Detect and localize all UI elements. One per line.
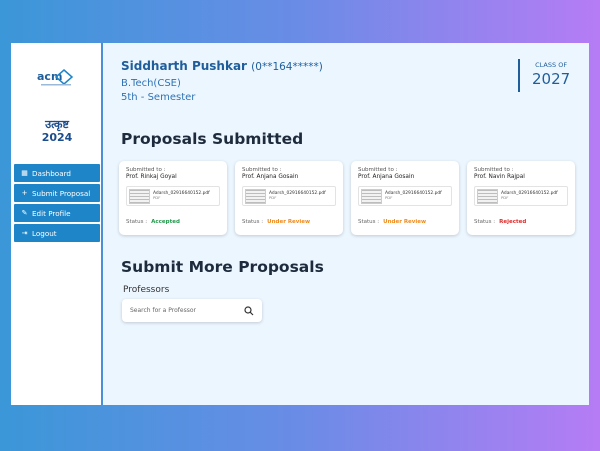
- svg-text:acm: acm: [37, 70, 62, 83]
- student-header: Siddharth Pushkar (0**164*****): [121, 59, 323, 73]
- app-frame: acm उत्कृष्ट 2024 ▦ Dashboard + Submit P…: [11, 43, 589, 405]
- status-label: Status :: [242, 219, 264, 225]
- proposal-card[interactable]: Submitted to : Prof. Navin Rajpal Adarsh…: [467, 161, 575, 235]
- sidebar-item-submit-proposal[interactable]: + Submit Proposal: [14, 184, 100, 202]
- proposal-cards: Submitted to : Prof. Rinkaj Goyal Adarsh…: [119, 161, 583, 235]
- professor-name: Prof. Anjana Gosain: [242, 174, 299, 180]
- proposal-card[interactable]: Submitted to : Prof. Anjana Gosain Adars…: [351, 161, 459, 235]
- sidebar-nav: ▦ Dashboard + Submit Proposal ✎ Edit Pro…: [14, 164, 100, 244]
- status-row: Status : Under Review: [358, 219, 426, 225]
- professor-name: Prof. Rinkaj Goyal: [126, 174, 177, 180]
- file-attachment[interactable]: Adarsh_02916640152.pdf PDF: [474, 186, 568, 206]
- pdf-thumbnail-icon: [245, 188, 266, 204]
- plus-icon: +: [21, 189, 28, 197]
- file-type: PDF: [501, 195, 509, 201]
- student-name: Siddharth Pushkar: [121, 59, 247, 73]
- class-year: 2027: [532, 70, 571, 88]
- pdf-thumbnail-icon: [129, 188, 150, 204]
- sidebar-item-edit-profile[interactable]: ✎ Edit Profile: [14, 204, 100, 222]
- brand-year: 2024: [41, 131, 73, 144]
- submitted-to-label: Submitted to :: [358, 167, 398, 173]
- submitted-to-label: Submitted to :: [474, 167, 514, 173]
- file-name: Adarsh_02916640152.pdf: [269, 191, 326, 197]
- status-label: Status :: [474, 219, 496, 225]
- professor-name: Prof. Navin Rajpal: [474, 174, 525, 180]
- sidebar-item-label: Dashboard: [32, 168, 71, 178]
- file-name: Adarsh_02916640152.pdf: [153, 191, 210, 197]
- status-row: Status : Rejected: [474, 219, 526, 225]
- status-row: Status : Accepted: [126, 219, 180, 225]
- class-label: CLASS OF: [535, 61, 568, 69]
- submit-more-heading: Submit More Proposals: [121, 258, 324, 276]
- file-name: Adarsh_02916640152.pdf: [501, 191, 558, 197]
- search-icon[interactable]: [244, 305, 254, 316]
- file-attachment[interactable]: Adarsh_02916640152.pdf PDF: [242, 186, 336, 206]
- proposal-card[interactable]: Submitted to : Prof. Rinkaj Goyal Adarsh…: [119, 161, 227, 235]
- status-badge: Under Review: [383, 219, 427, 225]
- sidebar: acm उत्कृष्ट 2024 ▦ Dashboard + Submit P…: [11, 43, 103, 405]
- student-degree: B.Tech(CSE): [121, 78, 181, 89]
- proposal-card[interactable]: Submitted to : Prof. Anjana Gosain Adars…: [235, 161, 343, 235]
- sidebar-item-dashboard[interactable]: ▦ Dashboard: [14, 164, 100, 182]
- status-label: Status :: [126, 219, 148, 225]
- sidebar-item-label: Edit Profile: [32, 208, 71, 218]
- dashboard-icon: ▦: [21, 169, 28, 177]
- proposals-heading: Proposals Submitted: [121, 130, 304, 148]
- pdf-thumbnail-icon: [361, 188, 382, 204]
- main-content: Siddharth Pushkar (0**164*****) B.Tech(C…: [103, 43, 589, 405]
- professors-label: Professors: [123, 285, 170, 295]
- professor-name: Prof. Anjana Gosain: [358, 174, 415, 180]
- file-type: PDF: [269, 195, 277, 201]
- professor-search: [122, 299, 262, 322]
- submitted-to-label: Submitted to :: [242, 167, 282, 173]
- file-attachment[interactable]: Adarsh_02916640152.pdf PDF: [358, 186, 452, 206]
- status-badge: Rejected: [499, 219, 527, 225]
- logout-icon: ⇥: [21, 229, 28, 237]
- pdf-thumbnail-icon: [477, 188, 498, 204]
- sidebar-item-label: Submit Proposal: [32, 188, 91, 198]
- search-input[interactable]: [130, 307, 244, 314]
- status-badge: Under Review: [267, 219, 311, 225]
- file-type: PDF: [153, 195, 161, 201]
- status-label: Status :: [358, 219, 380, 225]
- edit-icon: ✎: [21, 209, 28, 217]
- student-roll: (0**164*****): [251, 61, 323, 73]
- file-type: PDF: [385, 195, 393, 201]
- sidebar-item-label: Logout: [32, 228, 57, 238]
- acm-logo: acm: [37, 69, 74, 86]
- file-attachment[interactable]: Adarsh_02916640152.pdf PDF: [126, 186, 220, 206]
- submitted-to-label: Submitted to :: [126, 167, 166, 173]
- student-semester: 5th - Semester: [121, 92, 196, 103]
- status-badge: Accepted: [151, 219, 180, 225]
- sidebar-item-logout[interactable]: ⇥ Logout: [14, 224, 100, 242]
- class-of-box: CLASS OF 2027: [518, 59, 570, 92]
- brand-title: उत्कृष्ट: [45, 118, 69, 131]
- status-row: Status : Under Review: [242, 219, 310, 225]
- file-name: Adarsh_02916640152.pdf: [385, 191, 442, 197]
